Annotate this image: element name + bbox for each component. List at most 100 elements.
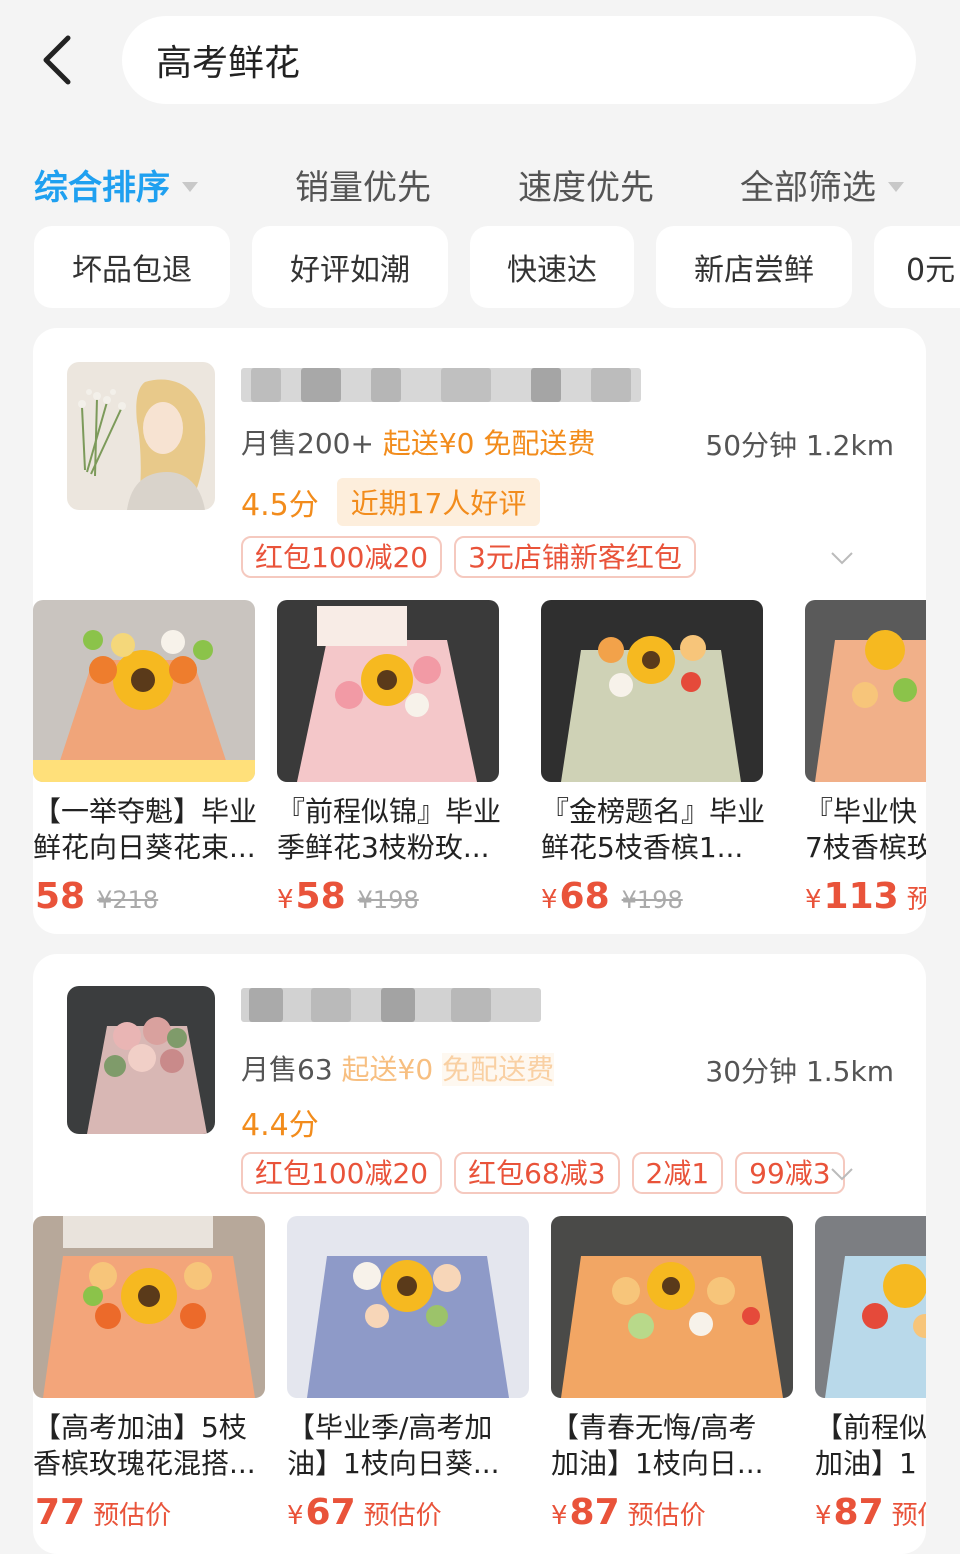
product-price: 77 预估价 bbox=[33, 1492, 277, 1533]
estimate-label: 预估价 bbox=[363, 1501, 442, 1531]
product-image bbox=[805, 600, 926, 782]
currency: ¥ bbox=[551, 1501, 568, 1531]
product-price: ¥ 67 预估价 bbox=[287, 1492, 531, 1533]
price-value: 87 bbox=[833, 1492, 884, 1533]
store-logo bbox=[67, 986, 215, 1134]
min-order: 起送¥0 bbox=[341, 1053, 434, 1086]
product-price: ¥ 87 预估价 bbox=[551, 1492, 795, 1533]
search-query: 高考鲜花 bbox=[156, 43, 301, 84]
product-name-line2: 加油】1枝向日... bbox=[551, 1447, 764, 1480]
back-button[interactable] bbox=[36, 32, 84, 88]
coupon-tag[interactable]: 红包100减20 bbox=[241, 1152, 443, 1194]
product-card[interactable]: 『金榜题名』毕业 鲜花5枝香槟1... ¥ 68 ¥198 bbox=[541, 600, 785, 917]
price-value: 58 bbox=[295, 876, 346, 917]
product-price: 58 ¥218 bbox=[33, 876, 277, 917]
sort-sales[interactable]: 销量优先 bbox=[295, 160, 431, 209]
price-value: 87 bbox=[569, 1492, 620, 1533]
product-image bbox=[287, 1216, 529, 1398]
coupon-tag[interactable]: 红包68减3 bbox=[454, 1152, 620, 1194]
sort-speed[interactable]: 速度优先 bbox=[518, 160, 654, 209]
eta-distance: 30分钟 1.5km bbox=[705, 1050, 894, 1090]
distance: 1.5km bbox=[805, 1055, 894, 1088]
price-value: 113 bbox=[823, 876, 899, 917]
original-price: ¥198 bbox=[621, 886, 683, 914]
sort-label: 销量优先 bbox=[295, 168, 431, 208]
product-image bbox=[33, 1216, 265, 1398]
rating-value: 4.4分 bbox=[241, 1108, 319, 1143]
product-name: 『金榜题名』毕业 bbox=[541, 795, 766, 828]
coupon-tag[interactable]: 99减3 bbox=[735, 1152, 845, 1194]
product-card[interactable]: 【一举夺魁】毕业 鲜花向日葵花束... 58 ¥218 bbox=[33, 600, 277, 917]
chip-good-reviews[interactable]: 好评如潮 bbox=[252, 226, 448, 308]
coupon-tag[interactable]: 红包100减20 bbox=[241, 536, 443, 578]
product-name: 【高考加油】5枝 bbox=[33, 1411, 247, 1444]
caret-down-icon bbox=[888, 181, 904, 192]
original-price: ¥198 bbox=[357, 886, 419, 914]
store-card[interactable]: 月售63 起送¥0 免配送费 30分钟 1.5km 4.4分 红包100减20 … bbox=[33, 954, 926, 1554]
chevron-down-icon[interactable] bbox=[830, 550, 854, 566]
product-image bbox=[33, 600, 255, 782]
product-image bbox=[551, 1216, 793, 1398]
min-order: 起送¥0 bbox=[382, 427, 475, 460]
chip-fast-delivery[interactable]: 快速达 bbox=[470, 226, 634, 308]
product-card[interactable]: 『前程似锦』毕业 季鲜花3枝粉玫... ¥ 58 ¥198 bbox=[277, 600, 521, 917]
store-logo bbox=[67, 362, 215, 510]
store-card[interactable]: 月售200+ 起送¥0 免配送费 50分钟 1.2km 4.5分 近期17人好评… bbox=[33, 328, 926, 934]
chevron-down-icon[interactable] bbox=[830, 1166, 854, 1182]
store-meta: 月售200+ 起送¥0 免配送费 bbox=[241, 422, 595, 462]
currency: ¥ bbox=[541, 885, 558, 915]
distance: 1.2km bbox=[805, 429, 894, 462]
product-name-line2: 香槟玫瑰花混搭... bbox=[33, 1447, 256, 1480]
coupon-tag[interactable]: 3元店铺新客红包 bbox=[454, 536, 696, 578]
product-name: 『毕业快 bbox=[805, 795, 918, 828]
product-price: ¥ 113 预估 bbox=[805, 876, 926, 917]
product-name-line2: 季鲜花3枝粉玫... bbox=[277, 831, 490, 864]
product-name-line2: 鲜花5枝香槟1... bbox=[541, 831, 744, 864]
chip-new-store[interactable]: 新店尝鲜 bbox=[656, 226, 852, 308]
coupon-list: 红包100减20 3元店铺新客红包 bbox=[241, 536, 708, 578]
chip-zero-yuan[interactable]: 0元 bbox=[874, 226, 960, 308]
review-badge: 近期17人好评 bbox=[336, 478, 541, 526]
store-rating: 4.5分 近期17人好评 bbox=[241, 478, 541, 526]
store-meta: 月售63 起送¥0 免配送费 bbox=[241, 1048, 555, 1088]
sort-label: 全部筛选 bbox=[740, 168, 876, 208]
product-card[interactable]: 【毕业季/高考加 油】1枝向日葵... ¥ 67 预估价 bbox=[287, 1216, 531, 1533]
caret-down-icon bbox=[182, 181, 198, 192]
currency: ¥ bbox=[815, 1501, 832, 1531]
store-name-blurred bbox=[241, 356, 641, 416]
product-image bbox=[541, 600, 763, 782]
product-name-line2: 油】1枝向日葵... bbox=[287, 1447, 500, 1480]
product-card[interactable]: 『毕业快 7枝香槟玫 ¥ 113 预估 bbox=[805, 600, 926, 917]
product-card[interactable]: 【青春无悔/高考 加油】1枝向日... ¥ 87 预估价 bbox=[551, 1216, 795, 1533]
product-image bbox=[815, 1216, 926, 1398]
coupon-tag[interactable]: 2减1 bbox=[631, 1152, 724, 1194]
sort-all-filters[interactable]: 全部筛选 bbox=[740, 160, 904, 209]
estimate-label: 预估价 bbox=[93, 1501, 172, 1531]
delivery-fee: 免配送费 bbox=[442, 1053, 555, 1086]
product-price: ¥ 68 ¥198 bbox=[541, 876, 785, 917]
search-input[interactable]: 高考鲜花 bbox=[122, 16, 916, 104]
coupon-list: 红包100减20 红包68减3 2减1 99减3 bbox=[241, 1152, 857, 1194]
filter-chips: 坏品包退 好评如潮 快速达 新店尝鲜 0元 bbox=[0, 226, 960, 310]
product-card[interactable]: 【高考加油】5枝 香槟玫瑰花混搭... 77 预估价 bbox=[33, 1216, 277, 1533]
product-row: 【一举夺魁】毕业 鲜花向日葵花束... 58 ¥218 『前程似锦』毕业 季鲜花… bbox=[33, 600, 926, 930]
chip-bad-return[interactable]: 坏品包退 bbox=[34, 226, 230, 308]
chevron-left-icon bbox=[43, 35, 71, 85]
delivery-fee: 免配送费 bbox=[483, 427, 596, 460]
product-card[interactable]: 【前程似 加油】1 ¥ 87 预估 bbox=[815, 1216, 926, 1533]
monthly-sales: 月售200+ bbox=[241, 427, 374, 460]
sort-label: 速度优先 bbox=[518, 168, 654, 208]
product-name: 【青春无悔/高考 bbox=[551, 1411, 757, 1444]
currency: ¥ bbox=[805, 885, 822, 915]
estimate-label: 预估 bbox=[891, 1501, 926, 1531]
price-value: 68 bbox=[559, 876, 610, 917]
price-value: 58 bbox=[35, 876, 86, 917]
product-image bbox=[277, 600, 499, 782]
monthly-sales: 月售63 bbox=[241, 1053, 333, 1086]
eta: 30分钟 bbox=[705, 1055, 798, 1088]
original-price: ¥218 bbox=[97, 886, 159, 914]
sort-comprehensive[interactable]: 综合排序 bbox=[34, 160, 198, 209]
product-name-line2: 加油】1 bbox=[815, 1447, 917, 1480]
product-name-line2: 鲜花向日葵花束... bbox=[33, 831, 256, 864]
currency: ¥ bbox=[277, 885, 294, 915]
